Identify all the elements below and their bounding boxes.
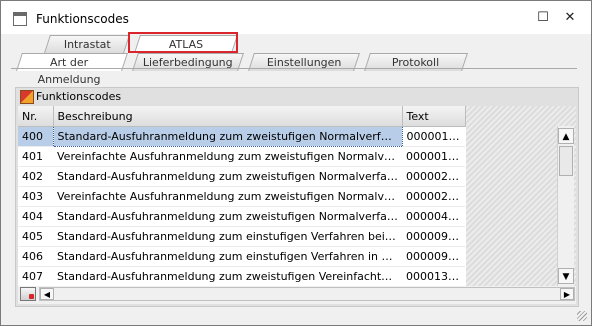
scroll-down-icon[interactable]: ▼ bbox=[558, 268, 574, 284]
close-icon[interactable]: ✕ bbox=[560, 9, 580, 27]
cell-beschreibung: Standard-Ausfuhranmeldung zum zweistufig… bbox=[53, 166, 402, 187]
window-icon bbox=[13, 12, 27, 26]
cell-text: 00000400 bbox=[402, 206, 465, 227]
cell-nr: 402 bbox=[18, 166, 53, 187]
table-row[interactable]: 402 Standard-Ausfuhranmeldung zum zweist… bbox=[18, 166, 465, 187]
scroll-left-icon[interactable]: ◀ bbox=[40, 288, 54, 300]
maximize-icon[interactable]: ☐ bbox=[533, 9, 553, 27]
scroll-up-icon[interactable]: ▲ bbox=[558, 128, 574, 144]
column-header-beschreibung[interactable]: Beschreibung bbox=[53, 106, 403, 127]
cell-text: 00000210 bbox=[402, 186, 465, 207]
horizontal-scrollbar[interactable]: ◀ ▶ bbox=[39, 287, 575, 301]
cell-text: 00001300 bbox=[402, 266, 465, 287]
grid-title: Funktionscodes bbox=[36, 90, 122, 103]
table-row[interactable]: 405 Standard-Ausfuhranmeldung zum einstu… bbox=[18, 226, 465, 247]
scroll-right-icon[interactable]: ▶ bbox=[560, 288, 574, 300]
window-title: Funktionscodes bbox=[36, 12, 129, 26]
scroll-thumb[interactable] bbox=[559, 146, 573, 176]
cell-beschreibung: Standard-Ausfuhranmeldung zum zweistufig… bbox=[53, 266, 402, 287]
cell-beschreibung: Vereinfachte Ausfuhranmeldung zum zweist… bbox=[53, 186, 402, 207]
cell-beschreibung: Vereinfachte Ausfuhranmeldung zum zweist… bbox=[53, 146, 402, 167]
column-header-text[interactable]: Text bbox=[402, 106, 466, 127]
cell-text: 00000200 bbox=[402, 166, 465, 187]
table-row[interactable]: 401 Vereinfachte Ausfuhranmeldung zum zw… bbox=[18, 146, 465, 167]
table-row[interactable]: 407 Standard-Ausfuhranmeldung zum zweist… bbox=[18, 266, 465, 287]
title-bar: Funktionscodes ☐ ✕ bbox=[1, 1, 591, 34]
atlas-highlight-box bbox=[128, 32, 238, 53]
cell-text: 00000902 bbox=[402, 246, 465, 267]
vertical-scrollbar[interactable]: ▲ ▼ bbox=[557, 126, 574, 286]
tab-art-label: Art der Anmeldung bbox=[37, 56, 101, 86]
grid-navigator-icon[interactable] bbox=[20, 287, 36, 301]
table-header: Nr. Beschreibung Text bbox=[18, 106, 466, 127]
tab-divider bbox=[11, 68, 577, 69]
resize-grip-icon[interactable] bbox=[577, 311, 587, 321]
cell-nr: 401 bbox=[18, 146, 53, 167]
dialog-window: Funktionscodes ☐ ✕ Intrastat ATLAS Art d… bbox=[0, 0, 592, 326]
cell-text: 00000901 bbox=[402, 226, 465, 247]
cell-nr: 406 bbox=[18, 246, 53, 267]
table-row[interactable]: 406 Standard-Ausfuhranmeldung zum einstu… bbox=[18, 246, 465, 267]
cell-beschreibung: Standard-Ausfuhranmeldung zum einstufige… bbox=[53, 246, 402, 267]
column-header-nr[interactable]: Nr. bbox=[18, 106, 54, 127]
cell-text: 00000110 bbox=[402, 146, 465, 167]
table-row[interactable]: 404 Standard-Ausfuhranmeldung zum zweist… bbox=[18, 206, 465, 227]
cell-beschreibung: Standard-Ausfuhranmeldung zum zweistufig… bbox=[53, 206, 402, 227]
table-row[interactable]: 400 Standard-Ausfuhranmeldung zum zweist… bbox=[18, 126, 465, 147]
tab-intrastat[interactable]: Intrastat bbox=[44, 35, 130, 53]
grid-footer: ◀ ▶ bbox=[18, 286, 576, 304]
cell-nr: 407 bbox=[18, 266, 53, 287]
funktionscodes-table: Nr. Beschreibung Text 400 Standard-Ausfu… bbox=[18, 106, 466, 287]
cell-text: 00000100 bbox=[402, 126, 465, 147]
grid-panel: Funktionscodes Nr. Beschreibung Text 400… bbox=[15, 87, 579, 307]
cell-nr: 400 bbox=[18, 126, 53, 147]
tab-intrastat-label: Intrastat bbox=[63, 38, 111, 51]
funktionscodes-icon bbox=[20, 90, 34, 104]
cell-nr: 405 bbox=[18, 226, 53, 247]
cell-beschreibung: Standard-Ausfuhranmeldung zum zweistufig… bbox=[52, 126, 403, 147]
table-row[interactable]: 403 Vereinfachte Ausfuhranmeldung zum zw… bbox=[18, 186, 465, 207]
cell-nr: 404 bbox=[18, 206, 53, 227]
cell-nr: 403 bbox=[18, 186, 53, 207]
table-area: Nr. Beschreibung Text 400 Standard-Ausfu… bbox=[18, 106, 576, 287]
cell-beschreibung: Standard-Ausfuhranmeldung zum einstufige… bbox=[53, 226, 402, 247]
